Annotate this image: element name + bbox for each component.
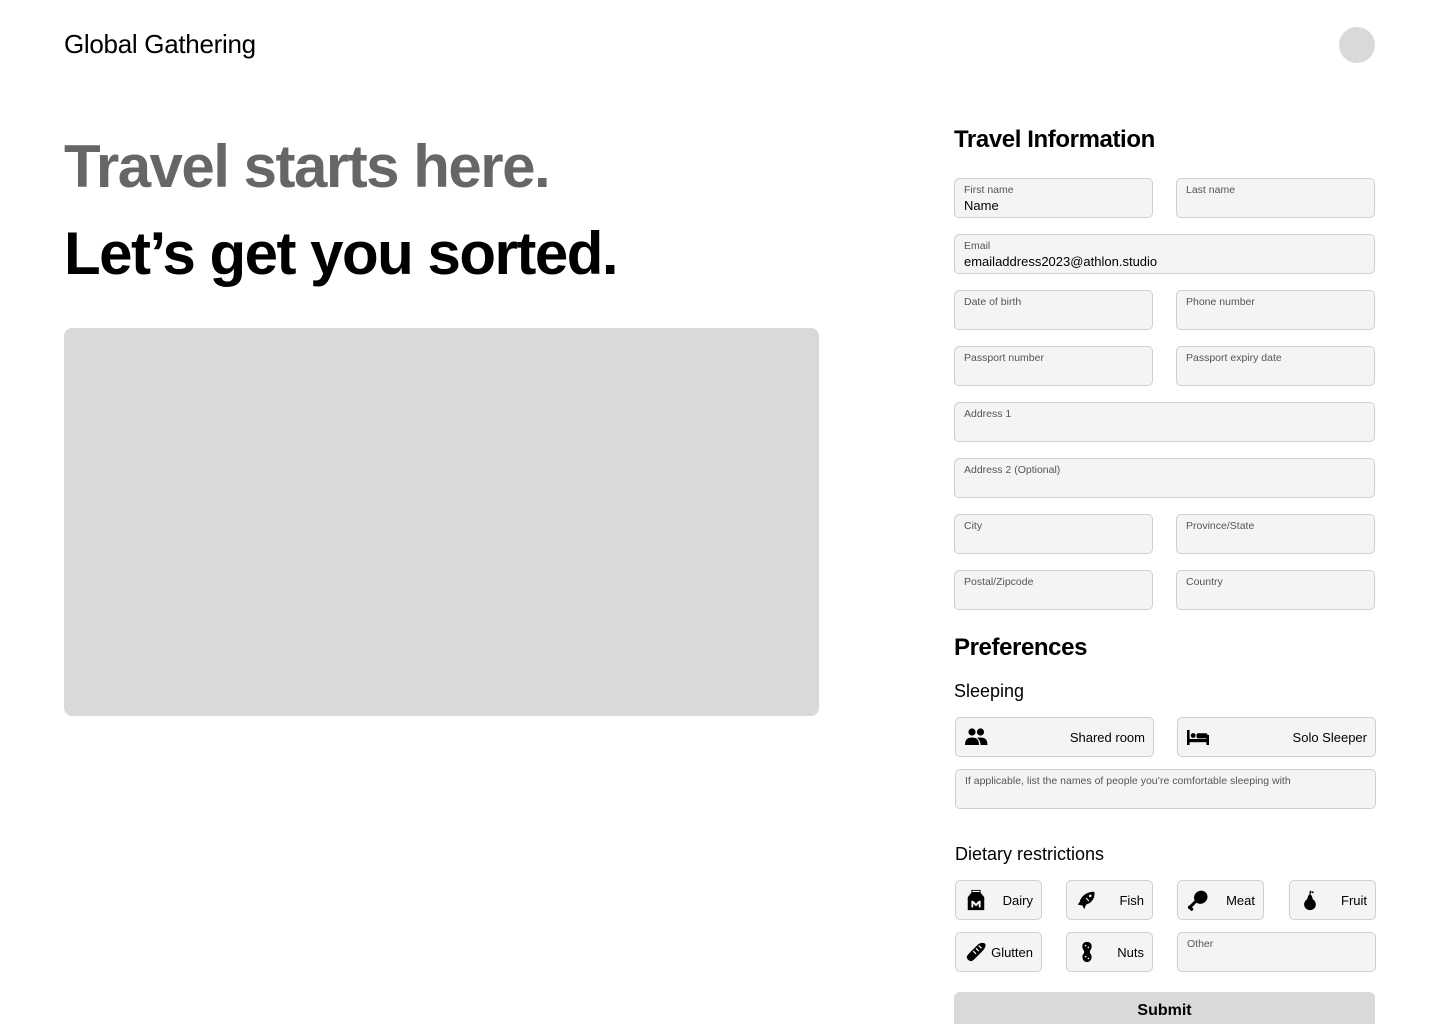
page: Global Gathering Travel starts here. Let… xyxy=(0,0,1440,1024)
pear-icon xyxy=(1304,890,1316,911)
preferences-title: Preferences xyxy=(954,634,1088,661)
province-label: Province/State xyxy=(1186,520,1255,532)
milk-carton-icon xyxy=(967,889,985,911)
shared-room-label: Shared room xyxy=(1069,730,1145,745)
travel-info-title: Travel Information xyxy=(954,126,1155,153)
last-name-input[interactable] xyxy=(1186,198,1365,213)
sleeping-companions-label: If applicable, list the names of people … xyxy=(965,775,1291,787)
postal-label: Postal/Zipcode xyxy=(964,576,1034,588)
address1-input[interactable] xyxy=(964,422,1365,437)
peanut-icon xyxy=(1082,941,1092,963)
dietary-title: Dietary restrictions xyxy=(955,844,1105,864)
people-icon xyxy=(965,728,988,745)
passport-number-label: Passport number xyxy=(964,352,1044,364)
passport-number-input[interactable] xyxy=(964,366,1143,381)
first-name-label: First name xyxy=(964,184,1014,196)
province-field[interactable]: Province/State xyxy=(1176,514,1375,554)
phone-input[interactable] xyxy=(1186,310,1365,325)
meat-label: Meat xyxy=(1226,893,1255,908)
dob-field[interactable]: Date of birth xyxy=(954,290,1153,330)
dob-label: Date of birth xyxy=(964,296,1022,308)
gluten-label: Glutten xyxy=(991,945,1033,960)
other-diet-input[interactable] xyxy=(1187,952,1366,967)
brand-logo[interactable]: Global Gathering xyxy=(64,29,256,60)
phone-field[interactable]: Phone number xyxy=(1176,290,1375,330)
country-input[interactable] xyxy=(1186,590,1365,605)
sleeping-title: Sleeping xyxy=(954,681,1025,701)
dairy-option[interactable]: Dairy xyxy=(955,880,1042,920)
solo-sleeper-option[interactable]: Solo Sleeper xyxy=(1177,717,1376,757)
email-field[interactable]: Email xyxy=(954,234,1375,274)
other-diet-field[interactable]: Other xyxy=(1177,932,1376,972)
sleeping-companions-field[interactable]: If applicable, list the names of people … xyxy=(955,769,1376,809)
fruit-option[interactable]: Fruit xyxy=(1289,880,1376,920)
fish-icon xyxy=(1077,891,1095,910)
nuts-label: Nuts xyxy=(1117,945,1144,960)
fruit-label: Fruit xyxy=(1341,893,1367,908)
fish-label: Fish xyxy=(1119,893,1144,908)
hero-headline-muted: Travel starts here. xyxy=(64,133,551,200)
passport-expiry-input[interactable] xyxy=(1186,366,1365,381)
address2-label: Address 2 (Optional) xyxy=(964,464,1061,476)
passport-number-field[interactable]: Passport number xyxy=(954,346,1153,386)
passport-expiry-label: Passport expiry date xyxy=(1186,352,1282,364)
address1-field[interactable]: Address 1 xyxy=(954,402,1375,442)
city-input[interactable] xyxy=(964,534,1143,549)
dairy-label: Dairy xyxy=(1002,893,1033,908)
last-name-field[interactable]: Last name xyxy=(1176,178,1375,218)
submit-button[interactable]: Submit xyxy=(954,992,1375,1024)
bed-icon xyxy=(1187,730,1209,745)
solo-sleeper-label: Solo Sleeper xyxy=(1292,730,1367,745)
last-name-label: Last name xyxy=(1186,184,1236,196)
other-diet-label: Other xyxy=(1187,938,1214,950)
travel-form: Travel Information First name Last name … xyxy=(954,0,1376,1024)
city-label: City xyxy=(964,520,983,532)
fish-option[interactable]: Fish xyxy=(1066,880,1153,920)
first-name-input[interactable] xyxy=(964,198,1143,213)
postal-input[interactable] xyxy=(964,590,1143,605)
email-label: Email xyxy=(964,240,991,252)
province-input[interactable] xyxy=(1186,534,1365,549)
sleeping-companions-input[interactable] xyxy=(965,789,1366,804)
first-name-field[interactable]: First name xyxy=(954,178,1153,218)
hero-image-placeholder xyxy=(64,328,819,716)
email-input[interactable] xyxy=(964,254,1365,269)
address2-field[interactable]: Address 2 (Optional) xyxy=(954,458,1375,498)
bread-icon xyxy=(966,942,986,962)
meat-option[interactable]: Meat xyxy=(1177,880,1264,920)
country-field[interactable]: Country xyxy=(1176,570,1375,610)
nuts-option[interactable]: Nuts xyxy=(1066,932,1153,972)
phone-label: Phone number xyxy=(1186,296,1255,308)
city-field[interactable]: City xyxy=(954,514,1153,554)
dob-input[interactable] xyxy=(964,310,1143,325)
hero-headline: Let’s get you sorted. xyxy=(64,220,619,287)
gluten-option[interactable]: Glutten xyxy=(955,932,1042,972)
shared-room-option[interactable]: Shared room xyxy=(955,717,1154,757)
country-label: Country xyxy=(1186,576,1223,588)
passport-expiry-field[interactable]: Passport expiry date xyxy=(1176,346,1375,386)
postal-field[interactable]: Postal/Zipcode xyxy=(954,570,1153,610)
address1-label: Address 1 xyxy=(964,408,1012,420)
address2-input[interactable] xyxy=(964,478,1365,493)
drumstick-icon xyxy=(1187,890,1208,911)
